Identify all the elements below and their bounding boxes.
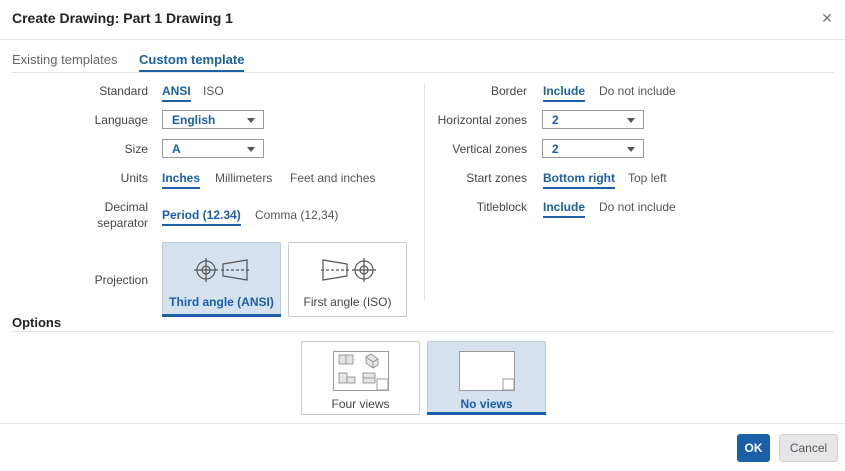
chevron-down-icon bbox=[247, 118, 255, 123]
border-label: Border bbox=[490, 84, 527, 98]
four-views-thumbnail bbox=[333, 351, 389, 391]
cancel-button[interactable]: Cancel bbox=[779, 434, 838, 462]
chevron-down-icon bbox=[627, 147, 635, 152]
horizontal-zones-label: Horizontal zones bbox=[437, 113, 527, 127]
decimal-option-comma[interactable]: Comma (12,34) bbox=[255, 208, 338, 224]
views-no-views-label: No views bbox=[460, 397, 513, 411]
standard-option-iso[interactable]: ISO bbox=[203, 84, 224, 100]
start-zones-label: Start zones bbox=[466, 171, 527, 185]
vertical-zones-label: Vertical zones bbox=[452, 142, 527, 156]
projection-card-first-angle[interactable]: First angle (ISO) bbox=[288, 242, 407, 317]
chevron-down-icon bbox=[247, 147, 255, 152]
border-option-do-not-include[interactable]: Do not include bbox=[599, 84, 676, 100]
decimal-option-period[interactable]: Period (12.34) bbox=[162, 208, 241, 226]
units-label: Units bbox=[120, 171, 148, 185]
options-title: Options bbox=[12, 315, 62, 330]
size-select[interactable]: A bbox=[162, 139, 264, 158]
tab-existing-templates[interactable]: Existing templates bbox=[12, 52, 118, 70]
units-option-inches[interactable]: Inches bbox=[162, 171, 201, 189]
views-four-views-label: Four views bbox=[331, 397, 390, 411]
tab-divider bbox=[12, 72, 834, 73]
views-card-no-views[interactable]: No views bbox=[427, 341, 546, 415]
ok-button[interactable]: OK bbox=[737, 434, 770, 462]
footer-divider bbox=[0, 423, 845, 424]
close-icon[interactable]: ✕ bbox=[821, 11, 833, 25]
start-zones-option-top-left[interactable]: Top left bbox=[628, 171, 667, 187]
dialog-title: Create Drawing: Part 1 Drawing 1 bbox=[12, 10, 233, 26]
create-drawing-dialog: Create Drawing: Part 1 Drawing 1 ✕ Exist… bbox=[0, 0, 845, 471]
decimal-label-line1: Decimal bbox=[104, 200, 148, 214]
vertical-zones-value: 2 bbox=[552, 142, 559, 156]
horizontal-zones-value: 2 bbox=[552, 113, 559, 127]
language-label: Language bbox=[94, 113, 148, 127]
decimal-label-line2: separator bbox=[97, 216, 148, 230]
projection-third-angle-label: Third angle (ANSI) bbox=[169, 295, 274, 309]
titleblock-label: Titleblock bbox=[476, 200, 527, 214]
horizontal-zones-select[interactable]: 2 bbox=[542, 110, 644, 129]
standard-label: Standard bbox=[99, 84, 148, 98]
vertical-zones-select[interactable]: 2 bbox=[542, 139, 644, 158]
language-select[interactable]: English bbox=[162, 110, 264, 129]
projection-card-third-angle[interactable]: Third angle (ANSI) bbox=[162, 242, 281, 317]
first-angle-projection-icon bbox=[321, 258, 376, 282]
chevron-down-icon bbox=[627, 118, 635, 123]
units-option-feet-and-inches[interactable]: Feet and inches bbox=[290, 171, 375, 187]
decimal-separator-label: Decimal separator bbox=[97, 199, 148, 231]
border-option-include[interactable]: Include bbox=[543, 84, 586, 102]
titleblock-option-do-not-include[interactable]: Do not include bbox=[599, 200, 676, 216]
standard-option-ansi[interactable]: ANSI bbox=[162, 84, 191, 102]
dialog-header: Create Drawing: Part 1 Drawing 1 ✕ bbox=[0, 0, 845, 40]
units-option-millimeters[interactable]: Millimeters bbox=[215, 171, 272, 187]
column-divider bbox=[424, 84, 425, 300]
third-angle-projection-icon bbox=[194, 258, 251, 282]
projection-label: Projection bbox=[94, 273, 148, 287]
size-value: A bbox=[172, 142, 181, 156]
views-card-four-views[interactable]: Four views bbox=[301, 341, 420, 415]
size-label: Size bbox=[124, 142, 148, 156]
start-zones-option-bottom-right[interactable]: Bottom right bbox=[543, 171, 615, 189]
tab-custom-template[interactable]: Custom template bbox=[139, 52, 245, 72]
blank-sheet-thumbnail bbox=[459, 351, 515, 391]
language-value: English bbox=[172, 113, 216, 127]
titleblock-option-include[interactable]: Include bbox=[543, 200, 586, 218]
options-divider bbox=[12, 331, 834, 332]
projection-first-angle-label: First angle (ISO) bbox=[303, 295, 392, 309]
